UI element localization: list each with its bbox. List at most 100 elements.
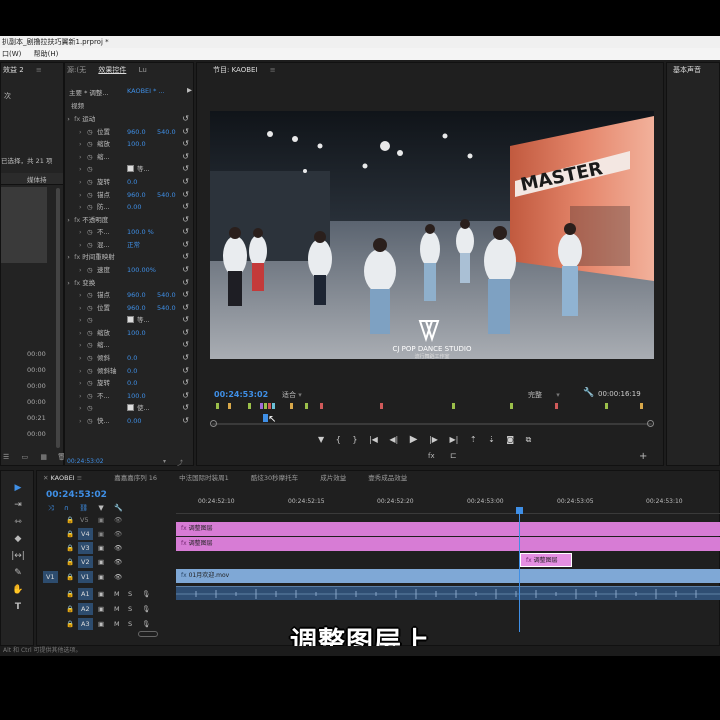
ec-property-row[interactable]: › ◷ 缩放 100.0 ↺: [65, 327, 193, 339]
ec-value[interactable]: 960.0: [127, 126, 146, 138]
ec-property-row[interactable]: › ◷ 缩... ↺: [65, 151, 193, 163]
lumetri-tab[interactable]: Lu: [139, 63, 147, 77]
type-tool-icon[interactable]: T: [10, 602, 26, 614]
project-selected-row[interactable]: [1, 187, 47, 263]
ec-effect-group[interactable]: › fx 变换 ↺: [65, 277, 193, 289]
mark-in-icon[interactable]: {: [336, 435, 341, 444]
reset-icon[interactable]: ↺: [182, 239, 189, 251]
reset-icon[interactable]: ↺: [182, 415, 189, 427]
ec-property-row[interactable]: › ◷ 缩放 100.0 ↺: [65, 138, 193, 150]
ec-property-row[interactable]: › ◷ 倾斜 0.0 ↺: [65, 352, 193, 364]
marker[interactable]: [320, 403, 323, 409]
reset-icon[interactable]: ↺: [182, 390, 189, 402]
multicam-icon[interactable]: ⊏: [450, 451, 457, 460]
reset-icon[interactable]: ↺: [182, 251, 189, 263]
ec-property-row[interactable]: › ◷ 速度 100.00% ↺: [65, 264, 193, 276]
program-video-frame[interactable]: MASTER CJ POP DANCE STUDIO 流行舞蹈工作室: [210, 111, 654, 359]
list-view-icon[interactable]: ☰: [3, 453, 9, 461]
ec-property-row[interactable]: › ◷ 旋转 0.0 ↺: [65, 377, 193, 389]
reset-icon[interactable]: ↺: [182, 289, 189, 301]
ec-value[interactable]: 正常: [127, 239, 140, 251]
marker[interactable]: [272, 403, 275, 409]
reset-icon[interactable]: ↺: [182, 201, 189, 213]
ec-value[interactable]: 960.0: [127, 289, 146, 301]
marker[interactable]: [605, 403, 608, 409]
ec-property-row[interactable]: › ◷ 使... ↺: [65, 402, 193, 414]
reset-icon[interactable]: ↺: [182, 352, 189, 364]
ec-source-label[interactable]: 主要 * 调整...: [69, 87, 109, 97]
snap-icon[interactable]: ∩: [64, 504, 69, 512]
ec-value[interactable]: 100.0: [127, 390, 146, 402]
marker[interactable]: [555, 403, 558, 409]
reset-icon[interactable]: ↺: [182, 214, 189, 226]
hand-icon[interactable]: ✋: [10, 585, 26, 597]
selection-tool-icon[interactable]: ▶: [10, 483, 26, 495]
ec-value[interactable]: 960.0: [127, 189, 146, 201]
program-scrubber[interactable]: [212, 423, 652, 425]
reset-icon[interactable]: ↺: [182, 327, 189, 339]
ec-property-row[interactable]: › ◷ 位置 960.0 540.0 ↺: [65, 302, 193, 314]
reset-icon[interactable]: ↺: [182, 277, 189, 289]
ec-value[interactable]: 0.0: [127, 377, 137, 389]
project-tab[interactable]: 效益 2: [3, 63, 24, 77]
ec-property-row[interactable]: › ◷ 快... 0.00 ↺: [65, 415, 193, 427]
ec-value[interactable]: 0.0: [127, 176, 137, 188]
ec-checkbox[interactable]: [127, 165, 134, 173]
program-timecode[interactable]: 00:24:53:02: [214, 390, 268, 399]
step-back-icon[interactable]: ◀|: [389, 435, 398, 444]
settings-wrench-icon[interactable]: 🔧: [114, 504, 123, 512]
reset-icon[interactable]: ↺: [182, 126, 189, 138]
ec-value[interactable]: 100.00%: [127, 264, 156, 276]
audio-clip[interactable]: [176, 586, 720, 600]
fit-dropdown[interactable]: 适合 ▾: [282, 390, 302, 400]
pen-icon[interactable]: ✎: [10, 568, 26, 580]
sequence-tab[interactable]: 酷炫30秒摩托车: [251, 471, 298, 485]
menu-help[interactable]: 帮助(H): [34, 50, 59, 58]
ec-value[interactable]: 0.0: [127, 365, 137, 377]
timeline-timecode[interactable]: 00:24:53:02: [46, 490, 107, 500]
ec-property-row[interactable]: › ◷ 混... 正常 ↺: [65, 239, 193, 251]
go-to-in-icon[interactable]: |◀: [369, 435, 378, 444]
video-clip[interactable]: fx 01月欢迎.mov: [176, 569, 720, 583]
timeline-ruler[interactable]: 00:24:52:10 00:24:52:15 00:24:52:20 00:2…: [176, 496, 720, 514]
marker[interactable]: [228, 403, 231, 409]
track-header-v2[interactable]: 🔒 V2 ▣ 👁: [40, 556, 176, 568]
menu-window[interactable]: 口(W): [2, 50, 21, 58]
new-item-icon[interactable]: ▦: [40, 453, 47, 461]
media-col-label[interactable]: 媒体持: [27, 174, 47, 184]
ec-clip-label[interactable]: KAOBEI * ...: [127, 87, 165, 95]
ec-value[interactable]: 540.0: [157, 126, 176, 138]
lift-icon[interactable]: ⇡: [470, 435, 477, 444]
ec-value[interactable]: 540.0: [157, 302, 176, 314]
sequence-tab[interactable]: 嘉嘉嘉序列 16: [114, 471, 157, 485]
compare-icon[interactable]: ⧉: [526, 435, 532, 444]
reset-icon[interactable]: ↺: [182, 176, 189, 188]
reset-icon[interactable]: ↺: [182, 151, 189, 163]
step-forward-icon[interactable]: |▶: [429, 435, 438, 444]
ec-value[interactable]: 960.0: [127, 302, 146, 314]
ec-property-row[interactable]: › ◷ 锚点 960.0 540.0 ↺: [65, 189, 193, 201]
quality-dropdown[interactable]: 完整 ▾: [528, 390, 560, 400]
reset-icon[interactable]: ↺: [182, 365, 189, 377]
reset-icon[interactable]: ↺: [182, 302, 189, 314]
timeline-playhead-head[interactable]: [516, 507, 523, 514]
sequence-tab[interactable]: 中法国际时装周1: [179, 471, 229, 485]
track-select-icon[interactable]: ⇥: [10, 500, 26, 512]
ec-value[interactable]: 100.0: [127, 138, 146, 150]
fx-toggle-icon[interactable]: fx: [428, 452, 435, 460]
marker[interactable]: [264, 403, 267, 409]
ec-filter-icon[interactable]: ▾: [163, 458, 166, 465]
ec-value[interactable]: 0.0: [127, 352, 137, 364]
mark-out-icon[interactable]: }: [352, 435, 357, 444]
adjustment-layer-clip[interactable]: fx 调整图层: [176, 537, 720, 551]
ec-value[interactable]: 100.0 %: [127, 226, 154, 238]
adjustment-layer-clip-selected[interactable]: fx 调整图层: [520, 553, 572, 567]
reset-icon[interactable]: ↺: [182, 226, 189, 238]
razor-icon[interactable]: ◆: [10, 534, 26, 546]
scrubber-start-handle[interactable]: [210, 420, 217, 427]
ec-property-row[interactable]: › ◷ 防... 0.00 ↺: [65, 201, 193, 213]
sequence-tab[interactable]: 成片效益: [320, 471, 346, 485]
track-header-a2[interactable]: 🔒 A2 ▣ M S 🎙: [40, 603, 176, 615]
wrench-icon[interactable]: 🔧: [583, 388, 594, 398]
marker[interactable]: [260, 403, 263, 409]
